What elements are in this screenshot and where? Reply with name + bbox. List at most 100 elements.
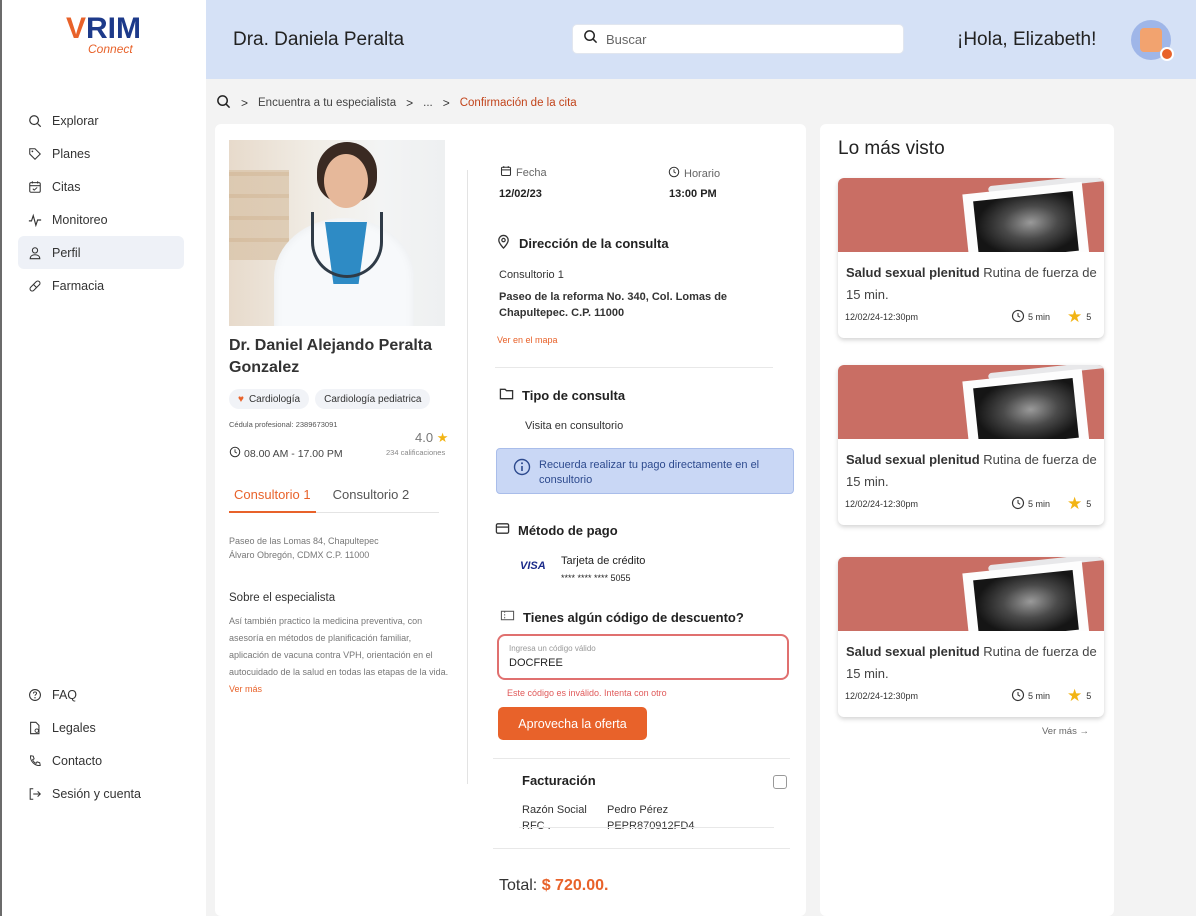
billing-title: Facturación: [522, 773, 596, 788]
about-title: Sobre el especialista: [229, 592, 336, 604]
sidebar-item-farmacia[interactable]: Farmacia: [18, 269, 184, 302]
sidebar-item-label: Explorar: [52, 113, 99, 128]
office-tabs: Consultorio 1 Consultorio 2: [229, 483, 439, 513]
star-icon: ★: [1067, 686, 1083, 705]
article-rating: ★ 5: [1067, 307, 1092, 326]
sidebar: VRIM Connect Explorar Planes Citas Monit…: [0, 0, 206, 916]
time-value: 13:00 PM: [669, 188, 717, 200]
billing-rfc-value: PEPR870912FD4: [607, 820, 695, 832]
total-price: Total: $ 720.00.: [499, 877, 609, 894]
discount-error: Este código es inválido. Intenta con otr…: [507, 688, 667, 698]
phone-icon: [28, 754, 42, 768]
search-icon: [583, 29, 598, 49]
sidebar-item-explorar[interactable]: Explorar: [18, 104, 184, 137]
billing-checkbox[interactable]: [773, 775, 787, 789]
sidebar-item-perfil[interactable]: Perfil: [18, 236, 184, 269]
pulse-icon: [28, 213, 42, 227]
chevron-right-icon: >: [241, 96, 249, 110]
sidebar-item-monitoreo[interactable]: Monitoreo: [18, 203, 184, 236]
article-card[interactable]: Salud sexual plenitud Rutina de fuerza d…: [838, 365, 1104, 525]
sidebar-item-label: Farmacia: [52, 278, 105, 293]
sidebar-item-contacto[interactable]: Contacto: [18, 744, 184, 777]
breadcrumb-ellipsis[interactable]: ...: [423, 97, 433, 109]
clock-icon: [1011, 496, 1028, 512]
about-text: Así también practico la medicina prevent…: [229, 616, 449, 694]
card-type: Tarjeta de crédito: [561, 555, 646, 567]
article-card[interactable]: Salud sexual plenitud Rutina de fuerza d…: [838, 178, 1104, 338]
see-more-link[interactable]: Ver más: [229, 684, 262, 694]
search-input[interactable]: [606, 31, 886, 47]
star-icon: ★: [1067, 307, 1083, 326]
sidebar-item-label: Sesión y cuenta: [52, 786, 141, 801]
office-address: Paseo de las Lomas 84, Chapultepec Álvar…: [229, 536, 379, 560]
most-viewed-panel: Lo más visto Salud sexual plenitud Rutin…: [820, 124, 1114, 916]
sidebar-item-planes[interactable]: Planes: [18, 137, 184, 170]
specialty-tag: Cardiología pediatrica: [315, 389, 431, 409]
card-number: **** **** **** 5055: [561, 573, 631, 583]
article-duration: 5 min: [1011, 496, 1050, 512]
article-card[interactable]: Salud sexual plenitud Rutina de fuerza d…: [838, 557, 1104, 717]
see-more-link[interactable]: Ver más →: [1042, 726, 1089, 737]
discount-code-field[interactable]: Ingresa un código válido: [497, 634, 789, 680]
map-link[interactable]: Ver en el mapa: [497, 335, 558, 345]
search-icon[interactable]: [216, 94, 231, 112]
discount-code-input[interactable]: [509, 657, 769, 669]
avatar-face: [1140, 28, 1162, 52]
article-title: Salud sexual plenitud Rutina de fuerza d…: [846, 644, 1097, 681]
logo-brand: VRIM: [66, 12, 142, 45]
info-icon: [513, 458, 539, 484]
article-image: [838, 365, 1104, 439]
ticket-icon: [500, 608, 523, 626]
billing-social-value: Pedro Pérez: [607, 804, 669, 816]
most-viewed-title: Lo más visto: [838, 138, 945, 159]
total-amount: $ 720.00.: [541, 877, 609, 894]
breadcrumb: > Encuentra a tu especialista > ... > Co…: [216, 94, 577, 112]
sidebar-item-faq[interactable]: FAQ: [18, 678, 184, 711]
discount-title: Tienes algún código de descuento?: [500, 608, 744, 626]
date-value: 12/02/23: [499, 188, 542, 200]
chevron-right-icon: >: [406, 96, 414, 110]
sidebar-item-label: Legales: [52, 720, 96, 735]
article-date: 12/02/24-12:30pm: [845, 499, 919, 509]
clock-icon: [668, 166, 684, 181]
sidebar-item-legales[interactable]: Legales: [18, 711, 184, 744]
consult-type-value: Visita en consultorio: [525, 420, 624, 432]
professional-license: Cédula profesional: 2389673091: [229, 420, 338, 429]
user-greeting: ¡Hola, Elizabeth!: [957, 29, 1097, 50]
tag-icon: [28, 147, 42, 161]
sidebar-nav-top: Explorar Planes Citas Monitoreo Perfil F…: [18, 104, 184, 302]
doctor-rating: 4.0 ★: [415, 430, 449, 445]
time-label: Horario: [668, 166, 720, 181]
divider: [495, 367, 773, 368]
specialty-tags: ♥ Cardiología Cardiología pediatrica: [229, 389, 431, 409]
divider: [519, 827, 774, 828]
consult-type-title: Tipo de consulta: [499, 386, 625, 404]
tab-consultorio-1[interactable]: Consultorio 1: [229, 483, 316, 513]
sidebar-item-citas[interactable]: Citas: [18, 170, 184, 203]
folder-icon: [499, 386, 522, 404]
search-bar[interactable]: [572, 24, 904, 54]
divider: [493, 848, 790, 849]
sidebar-item-sesion[interactable]: Sesión y cuenta: [18, 777, 184, 810]
vrim-logo[interactable]: VRIM Connect: [64, 10, 144, 60]
breadcrumb-step[interactable]: Encuentra a tu especialista: [258, 97, 396, 109]
tab-consultorio-2[interactable]: Consultorio 2: [328, 483, 415, 512]
calendar-icon: [500, 165, 516, 180]
calendar-icon: [28, 180, 42, 194]
logout-icon: [28, 787, 42, 801]
article-date: 12/02/24-12:30pm: [845, 312, 919, 322]
avatar[interactable]: [1131, 20, 1174, 61]
article-rating: ★ 5: [1067, 494, 1092, 513]
office-name: Consultorio 1: [499, 269, 564, 281]
sidebar-item-label: Planes: [52, 146, 91, 161]
sidebar-item-label: Monitoreo: [52, 212, 108, 227]
top-header: Dra. Daniela Peralta ¡Hola, Elizabeth!: [206, 0, 1196, 79]
question-icon: [28, 688, 42, 702]
sidebar-item-label: Perfil: [52, 245, 81, 260]
edit-badge-icon[interactable]: [1160, 47, 1174, 61]
article-title: Salud sexual plenitud Rutina de fuerza d…: [846, 452, 1097, 489]
location-pin-icon: [496, 234, 519, 252]
offer-button[interactable]: Aprovecha la oferta: [498, 707, 647, 740]
discount-field-label: Ingresa un código válido: [509, 644, 596, 653]
payment-info-alert: Recuerda realizar tu pago directamente e…: [496, 448, 794, 494]
